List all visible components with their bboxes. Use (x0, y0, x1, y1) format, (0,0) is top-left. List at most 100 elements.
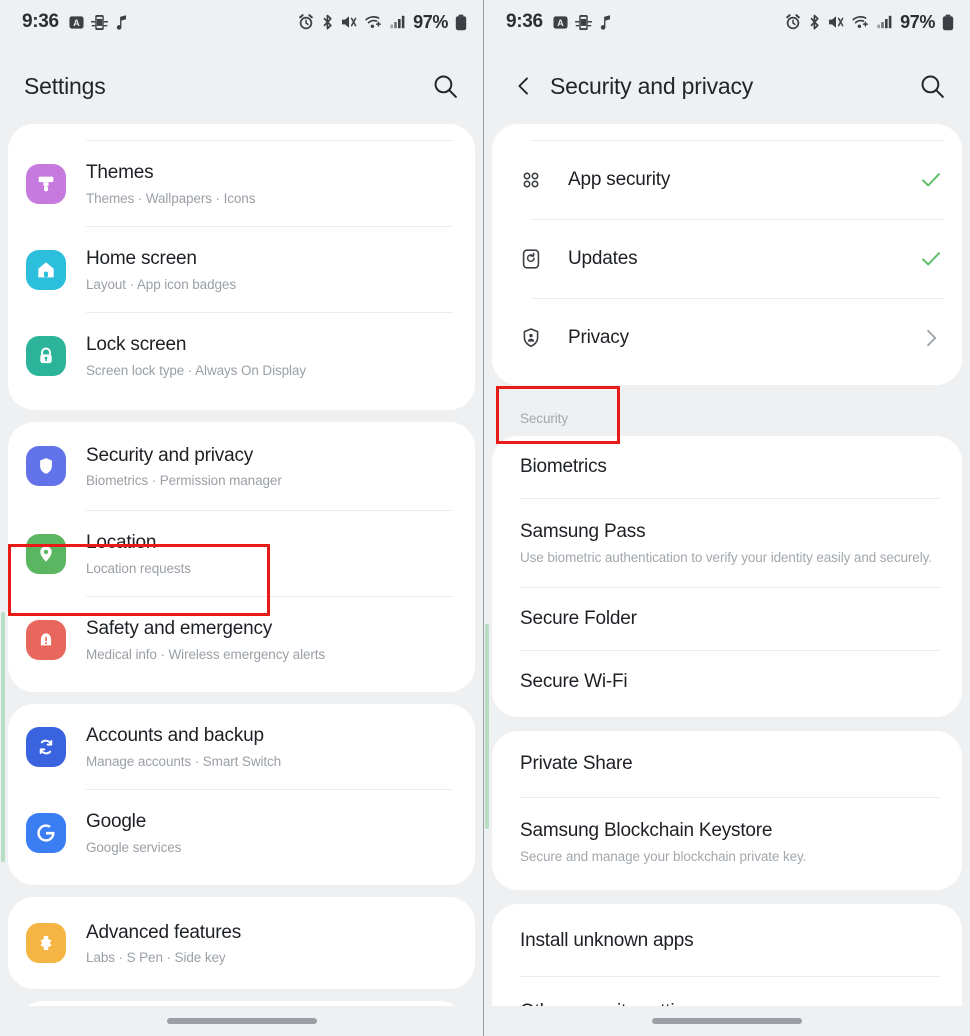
settings-row-texts: Advanced features Labs · S Pen · Side ke… (86, 921, 459, 966)
mute-icon (341, 14, 358, 30)
security-row-private-share[interactable]: Private Share (492, 731, 962, 797)
security-group-biometrics: Biometrics Samsung Pass Use biometric au… (492, 436, 962, 717)
music-note-icon (115, 14, 128, 30)
row-subtitle: Labs · S Pen · Side key (86, 950, 226, 966)
a-badge-icon: A (553, 15, 568, 30)
settings-group-advanced: Advanced features Labs · S Pen · Side ke… (8, 897, 475, 989)
a-badge-icon: A (69, 15, 84, 30)
security-row-secure-wifi[interactable]: Secure Wi-Fi (492, 651, 962, 713)
settings-row-safety-and-emergency[interactable]: Safety and emergency Medical info · Wire… (8, 597, 475, 682)
security-row-privacy[interactable]: Privacy (492, 299, 962, 377)
navigation-bar-right (484, 1006, 970, 1036)
status-bar-left-icons: A (553, 14, 612, 31)
home-handle[interactable] (652, 1018, 802, 1024)
google-g-icon (26, 812, 66, 853)
left-phone-screen: 9:36 A 97% Settings Themes Themes · Wall… (0, 0, 484, 1036)
status-bar-left: 9:36 A 97% (0, 0, 483, 44)
bluetooth-icon (321, 14, 334, 30)
row-title: Safety and emergency (86, 618, 273, 640)
chevron-right-icon (918, 325, 944, 351)
scrollbar-right[interactable] (485, 624, 489, 829)
settings-scroll-area-right[interactable]: App security Updates Privacy Security Bi… (484, 124, 970, 1036)
check-icon (918, 167, 944, 193)
row-title: Samsung Pass (520, 521, 646, 542)
emergency-icon (26, 619, 66, 660)
settings-row-accounts-and-backup[interactable]: Accounts and backup Manage accounts · Sm… (8, 704, 475, 789)
settings-row-home-screen[interactable]: Home screen Layout · App icon badges (8, 227, 475, 312)
settings-row-texts: Home screen Layout · App icon badges (86, 247, 459, 292)
settings-row-texts: Google Google services (86, 810, 459, 855)
settings-row-texts: Safety and emergency Medical info · Wire… (86, 617, 459, 662)
battery-icon (455, 14, 467, 31)
update-icon (518, 246, 544, 272)
settings-scroll-area-left[interactable]: Themes Themes · Wallpapers · Icons Home … (0, 124, 483, 1036)
settings-group-personalization: Themes Themes · Wallpapers · Icons Home … (8, 124, 475, 410)
row-title: Updates (568, 248, 638, 269)
app-bar-left: Settings (0, 44, 483, 128)
security-row-samsung-blockchain-keystore[interactable]: Samsung Blockchain Keystore Secure and m… (492, 798, 962, 886)
location-pin-icon (26, 533, 66, 574)
row-title: Home screen (86, 248, 197, 270)
row-subtitle: Screen lock type · Always On Display (86, 362, 306, 378)
security-row-secure-folder[interactable]: Secure Folder (492, 588, 962, 650)
right-phone-screen: 9:36 A 97% Security and privacy App secu… (484, 0, 970, 1036)
signal-icon (877, 14, 892, 30)
settings-row-lock-screen[interactable]: Lock screen Screen lock type · Always On… (8, 313, 475, 398)
settings-row-google[interactable]: Google Google services (8, 790, 475, 875)
status-bar-clock: 9:36 (22, 11, 59, 32)
row-title: Privacy (568, 327, 629, 348)
check-icon (918, 246, 944, 272)
row-title: Advanced features (86, 921, 242, 943)
settings-row-advanced-features[interactable]: Advanced features Labs · S Pen · Side ke… (8, 897, 475, 989)
settings-row-texts: Security and privacy Biometrics · Permis… (86, 444, 459, 489)
row-subtitle: Location requests (86, 560, 191, 576)
settings-row-texts: Location Location requests (86, 531, 459, 576)
settings-row-location[interactable]: Location Location requests (8, 511, 475, 596)
wifi-icon (365, 14, 383, 30)
svg-text:A: A (73, 17, 80, 27)
security-row-install-unknown-apps[interactable]: Install unknown apps (492, 904, 962, 976)
security-row-samsung-pass[interactable]: Samsung Pass Use biometric authenticatio… (492, 499, 962, 587)
row-subtitle: Biometrics · Permission manager (86, 473, 282, 489)
row-title: Google (86, 811, 147, 833)
settings-row-texts: Lock screen Screen lock type · Always On… (86, 333, 459, 378)
row-title: Secure Folder (520, 608, 637, 629)
svg-text:A: A (557, 17, 564, 27)
row-title: App security (568, 169, 671, 190)
mute-icon (828, 14, 845, 30)
row-subtitle: Layout · App icon badges (86, 276, 236, 292)
row-title: Install unknown apps (520, 930, 694, 951)
status-bar-right-icons: 97% (298, 12, 467, 33)
lock-icon (26, 335, 66, 376)
settings-row-security-and-privacy[interactable]: Security and privacy Biometrics · Permis… (8, 422, 475, 510)
row-title: Themes (86, 162, 154, 184)
chevron-left-icon[interactable] (508, 70, 540, 102)
settings-group-accounts: Accounts and backup Manage accounts · Sm… (8, 704, 475, 885)
grid-dots-icon (518, 167, 544, 193)
settings-row-themes[interactable]: Themes Themes · Wallpapers · Icons (8, 141, 475, 226)
home-icon (26, 249, 66, 290)
security-group-share: Private Share Samsung Blockchain Keystor… (492, 731, 962, 890)
home-handle[interactable] (166, 1018, 317, 1024)
status-bar-left-icons: A (69, 14, 128, 31)
dual-screenshot-container: 9:36 A 97% Settings Themes Themes · Wall… (0, 0, 970, 1036)
row-title: Samsung Blockchain Keystore (520, 820, 773, 841)
search-icon[interactable] (914, 68, 950, 104)
scrollbar-left[interactable] (1, 612, 5, 862)
bluetooth-icon (808, 14, 821, 30)
row-title: Location (86, 532, 157, 554)
navigation-bar-left (0, 1006, 483, 1036)
security-row-biometrics[interactable]: Biometrics (492, 436, 962, 498)
row-subtitle: Manage accounts · Smart Switch (86, 753, 282, 769)
battery-percentage: 97% (413, 11, 448, 32)
security-row-updates[interactable]: Updates (492, 220, 962, 298)
row-subtitle: Use biometric authentication to verify y… (520, 550, 932, 565)
status-bar-clock: 9:36 (506, 11, 543, 32)
row-subtitle: Themes · Wallpapers · Icons (86, 190, 256, 206)
screen-mirror-icon (574, 14, 592, 31)
alarm-icon (785, 14, 801, 30)
sync-icon (26, 726, 66, 767)
security-row-app-security[interactable]: App security (492, 141, 962, 219)
search-icon[interactable] (427, 68, 463, 104)
row-subtitle: Google services (86, 839, 182, 855)
